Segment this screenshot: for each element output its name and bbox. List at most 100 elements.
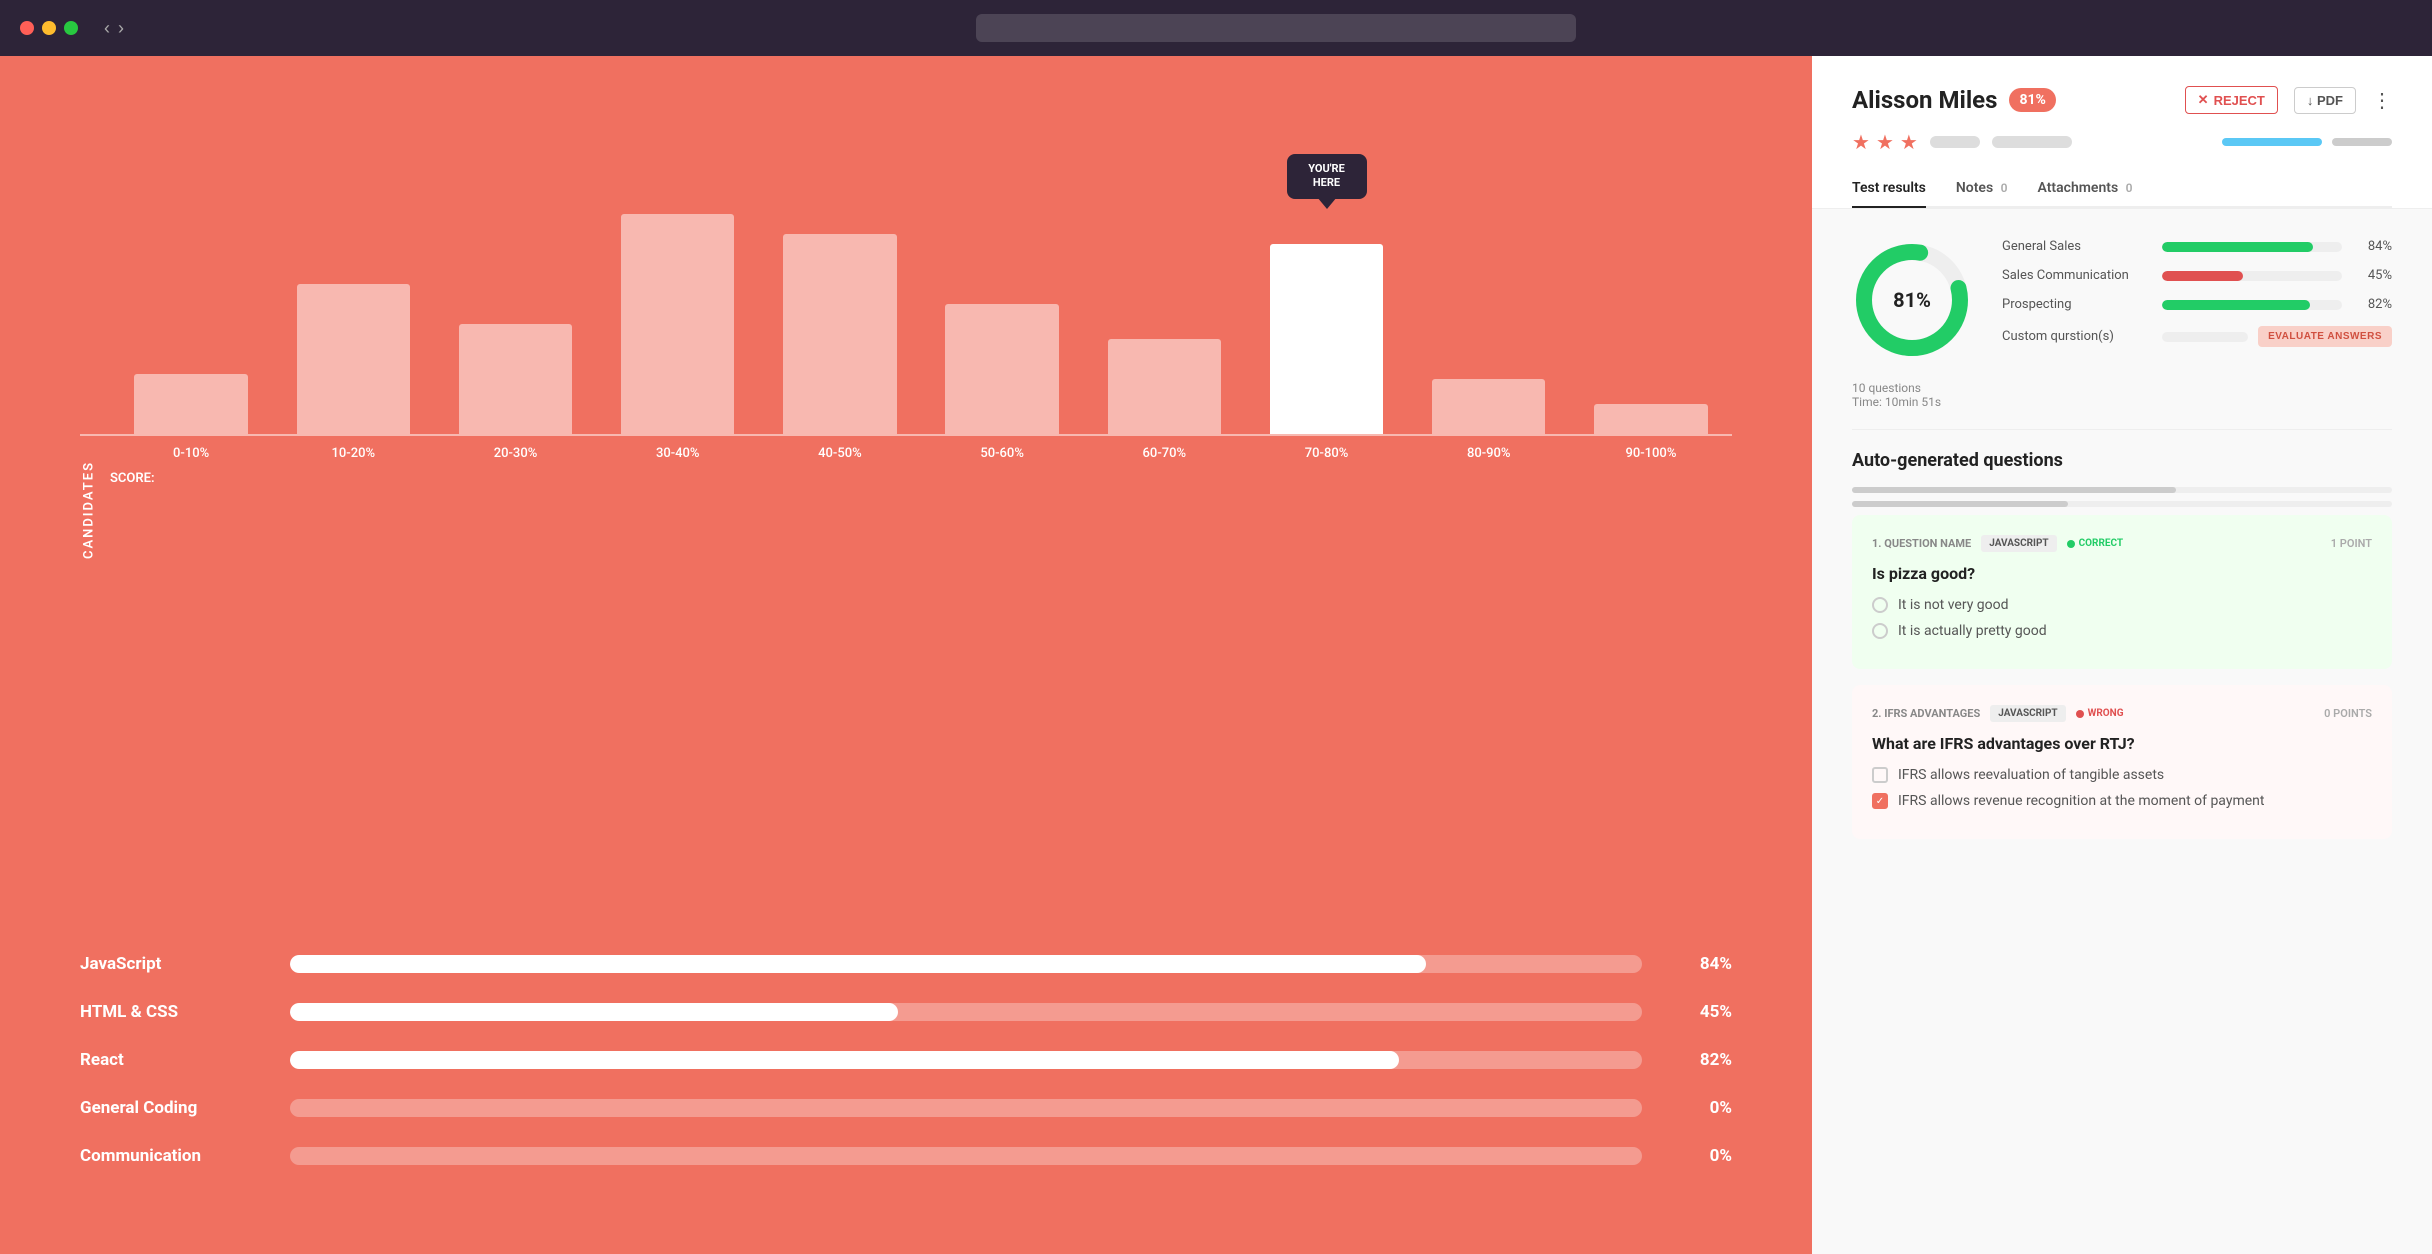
bar-group-8 [1408, 379, 1570, 434]
skill-name-0: JavaScript [80, 954, 260, 974]
quiz-meta: 10 questions Time: 10min 51s [1852, 381, 2392, 409]
skill-pct-2: 82% [1672, 1050, 1732, 1070]
chart-label-5: 50-60% [921, 446, 1083, 461]
chart-label-4: 40-50% [759, 446, 921, 461]
chart-label-6: 60-70% [1083, 446, 1245, 461]
question-meta-0: 1. QUESTION NAME JAVASCRIPT CORRECT 1 PO… [1872, 535, 2372, 552]
right-skill-name-2: Prospecting [2002, 297, 2152, 312]
right-skill-bar-bg-0 [2162, 242, 2342, 252]
skill-row-2: React 82% [80, 1050, 1732, 1070]
skill-pct-1: 45% [1672, 1002, 1732, 1022]
address-bar[interactable] [976, 14, 1576, 42]
q-meta-left-1: 2. IFRS ADVANTAGES JAVASCRIPT WRONG [1872, 705, 2124, 722]
candidate-name: Alisson Miles [1852, 86, 1997, 114]
progress-bar-1 [2222, 138, 2322, 146]
more-button[interactable]: ⋮ [2372, 88, 2392, 113]
skill-bar-bg-1 [290, 1003, 1642, 1021]
tab-attachments[interactable]: Attachments 0 [2037, 170, 2132, 208]
star-3[interactable]: ★ [1900, 130, 1918, 154]
left-panel: CANDIDATES YOU'RE HERE 0-10%10-20%20-30%… [0, 56, 1812, 1254]
tab-notes[interactable]: Notes 0 [1956, 170, 2008, 208]
forward-button[interactable]: › [118, 18, 124, 39]
chart-label-3: 30-40% [597, 446, 759, 461]
q-status-0: CORRECT [2067, 538, 2123, 549]
star-2[interactable]: ★ [1876, 130, 1894, 154]
progress-bar-2 [2332, 138, 2392, 146]
right-skill-pct-0: 84% [2352, 239, 2392, 254]
header-progress-bars [2222, 138, 2392, 146]
right-skill-name-1: Sales Communication [2002, 268, 2152, 283]
y-axis-label: CANDIDATES [82, 461, 97, 559]
skill-name-1: HTML & CSS [80, 1002, 260, 1022]
skill-bar-bg-3 [290, 1099, 1642, 1117]
bar-5 [945, 304, 1059, 434]
status-dot-0 [2067, 540, 2075, 548]
right-skill-row-1: Sales Communication 45% [2002, 268, 2392, 283]
bar-group-5 [921, 304, 1083, 434]
score-prefix: SCORE: [80, 471, 1732, 486]
chart-labels: 0-10%10-20%20-30%30-40%40-50%50-60%60-70… [80, 446, 1732, 461]
bar-group-0 [110, 374, 272, 434]
q-status-1: WRONG [2076, 708, 2124, 719]
skill-name-4: Communication [80, 1146, 260, 1166]
skills-right: General Sales 84% Sales Communication 45… [2002, 239, 2392, 361]
q-num-1: 2. IFRS ADVANTAGES [1872, 707, 1980, 720]
bar-group-4 [759, 234, 921, 434]
radio-0-0[interactable] [1872, 597, 1888, 613]
bar-group-9 [1570, 404, 1732, 434]
right-skill-row-2: Prospecting 82% [2002, 297, 2392, 312]
q-num-0: 1. QUESTION NAME [1872, 537, 1971, 550]
traffic-lights [20, 21, 78, 35]
donut-center-label: 81% [1893, 288, 1931, 312]
bar-7: YOU'RE HERE [1270, 244, 1384, 434]
bar-4 [783, 234, 897, 434]
maximize-button[interactable] [64, 21, 78, 35]
tabs-row: Test results Notes 0 Attachments 0 [1852, 170, 2392, 208]
bar-9 [1594, 404, 1708, 434]
bar-0 [134, 374, 248, 434]
right-skill-name-0: General Sales [2002, 239, 2152, 254]
question-text-0: Is pizza good? [1872, 564, 2372, 583]
skills-section: JavaScript 84% HTML & CSS 45% React 82% … [80, 954, 1732, 1194]
results-row: 81% General Sales 84% Sales Communicatio… [1852, 239, 2392, 361]
bar-2 [459, 324, 573, 434]
close-button[interactable] [20, 21, 34, 35]
score-badge: 81% [2009, 88, 2055, 112]
right-skill-bar-bg-1 [2162, 271, 2342, 281]
bar-3 [621, 214, 735, 434]
titlebar: ‹ › [0, 0, 2432, 56]
status-dot-1 [2076, 710, 2084, 718]
rating-row: ★ ★ ★ [1852, 130, 2392, 154]
star-1[interactable]: ★ [1852, 130, 1870, 154]
right-skill-row-3: Custom qurstion(s) EVALUATE ANSWERS [2002, 326, 2392, 347]
question-card-1: 2. IFRS ADVANTAGES JAVASCRIPT WRONG 0 PO… [1852, 685, 2392, 839]
bar-group-7: YOU'RE HERE [1245, 244, 1407, 434]
right-skill-name-3: Custom qurstion(s) [2002, 329, 2152, 344]
q-meta-left-0: 1. QUESTION NAME JAVASCRIPT CORRECT [1872, 535, 2123, 552]
checkbox-1-1[interactable]: ✓ [1872, 793, 1888, 809]
reject-button[interactable]: ✕ REJECT [2185, 86, 2278, 114]
option-text-1-0: IFRS allows reevaluation of tangible ass… [1898, 767, 2164, 783]
right-skill-bar-fill-2 [2162, 300, 2310, 310]
skill-row-0: JavaScript 84% [80, 954, 1732, 974]
checkbox-1-0[interactable] [1872, 767, 1888, 783]
back-button[interactable]: ‹ [104, 18, 110, 39]
content-area: 81% General Sales 84% Sales Communicatio… [1812, 209, 2432, 885]
header-actions: ✕ REJECT ↓ PDF ⋮ [2185, 86, 2392, 114]
question-text-1: What are IFRS advantages over RTJ? [1872, 734, 2372, 753]
rating-label-1 [1930, 136, 1980, 148]
chart-label-9: 90-100% [1570, 446, 1732, 461]
pdf-button[interactable]: ↓ PDF [2294, 87, 2356, 114]
radio-0-1[interactable] [1872, 623, 1888, 639]
skill-bar-bg-0 [290, 955, 1642, 973]
main-content: CANDIDATES YOU'RE HERE 0-10%10-20%20-30%… [0, 56, 2432, 1254]
divider-1 [1852, 429, 2392, 430]
tab-test-results[interactable]: Test results [1852, 170, 1926, 208]
right-skill-bar-fill-0 [2162, 242, 2313, 252]
evaluate-answers-button[interactable]: EVALUATE ANSWERS [2258, 326, 2392, 347]
candidate-header: Alisson Miles 81% ✕ REJECT ↓ PDF ⋮ ★ ★ ★ [1812, 56, 2432, 209]
minimize-button[interactable] [42, 21, 56, 35]
chart-label-0: 0-10% [110, 446, 272, 461]
skill-bar-bg-2 [290, 1051, 1642, 1069]
skill-row-1: HTML & CSS 45% [80, 1002, 1732, 1022]
